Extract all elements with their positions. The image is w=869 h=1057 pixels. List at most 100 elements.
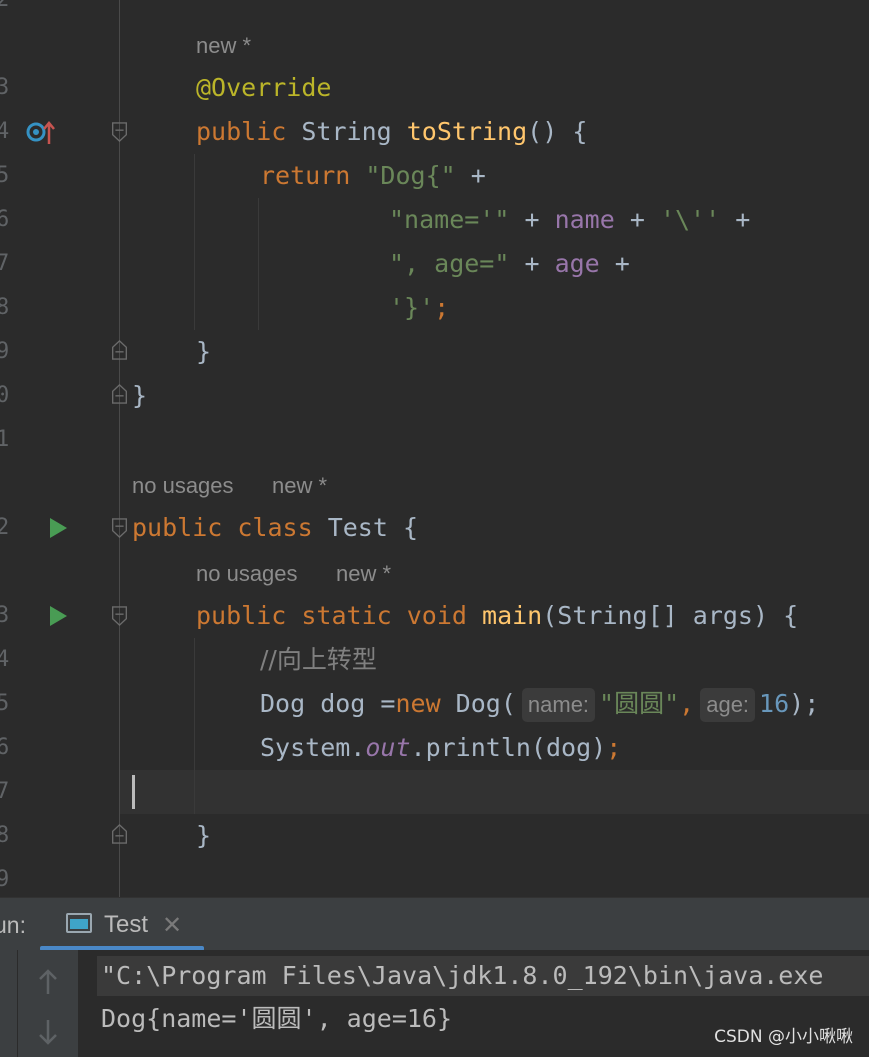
code-line-comment: //向上转型 (260, 638, 377, 682)
keyword-token: public (196, 601, 287, 630)
line-number: 1 (0, 427, 10, 452)
string-token: "圆圆" (599, 689, 680, 718)
run-panel-header: un: Test ✕ (0, 897, 869, 951)
line-number: 7 (0, 251, 10, 276)
semicolon-token: ; (606, 733, 622, 762)
console-command-line: "C:\Program Files\Java\jdk1.8.0_192\bin\… (101, 961, 824, 990)
keyword-token: public (132, 513, 223, 542)
char-token: '}' (389, 293, 435, 322)
fold-icon[interactable] (111, 606, 128, 626)
current-line-highlight (120, 770, 869, 814)
line-number: 3 (0, 75, 10, 100)
keyword-token: class (237, 513, 313, 542)
char-token: '\'' (659, 205, 721, 234)
operator-token: + (614, 205, 660, 234)
code-line-name-concat: "name='" + name + '\'' + (389, 198, 750, 242)
field-token: name (554, 205, 615, 234)
fold-icon[interactable] (111, 824, 128, 844)
text-caret (132, 775, 135, 809)
code-line-override: @Override (196, 66, 331, 110)
params-token: (String[] args) { (542, 601, 799, 630)
fold-icon[interactable] (111, 122, 128, 142)
annotation-token: @Override (196, 73, 332, 102)
run-icon[interactable] (50, 606, 67, 626)
code-line-dog-decl: Dog dog =new Dog(name: "圆圆", age: 16); (260, 682, 819, 726)
class-ref-token: System. (260, 733, 366, 762)
line-number: 9 (0, 867, 10, 892)
code-line-return: return "Dog{" + (260, 154, 486, 198)
code-line-tostring-signature: public String toString() { (196, 110, 587, 154)
arrow-down-icon[interactable] (36, 1016, 60, 1048)
console-program-output: Dog{name='圆圆', age=16} (101, 1004, 453, 1033)
static-field-token: out (365, 733, 411, 762)
operator-token: + (509, 205, 555, 234)
string-token: ", age=" (389, 249, 510, 278)
override-icon[interactable] (26, 120, 56, 146)
codelens-author[interactable]: new * (272, 464, 327, 508)
code-line-println: System.out.println(dog); (260, 726, 621, 770)
keyword-token: public (196, 117, 287, 146)
code-line-main-decl: public static void main(String[] args) { (196, 594, 798, 638)
line-number: 4 (0, 119, 10, 144)
line-number: 2 (0, 0, 16, 22)
codelens-author[interactable]: new * (336, 552, 391, 596)
code-line-main-close: } (196, 821, 212, 850)
number-token: 16 (759, 689, 790, 718)
line-number: 6 (0, 735, 10, 760)
operator-token: + (455, 161, 486, 190)
line-number: 3 (0, 603, 10, 628)
parameter-hint: name: (521, 688, 596, 722)
code-line-class-close: } (132, 381, 148, 410)
fold-icon[interactable] (111, 518, 128, 538)
indent-guide (258, 198, 259, 330)
comment-token: //向上转型 (260, 645, 377, 674)
comma-token: , (679, 689, 695, 718)
operator-token: + (509, 249, 555, 278)
line-number: 2 (0, 515, 10, 540)
constructor-token: Dog( (440, 689, 516, 718)
line-number: 8 (0, 823, 10, 848)
fold-icon[interactable] (111, 384, 128, 404)
indent-guide (194, 154, 195, 330)
tab-test[interactable]: Test (104, 908, 148, 942)
codelens-usages[interactable]: no usages (196, 552, 298, 596)
type-token: String (301, 117, 392, 146)
console-toolbar (0, 950, 78, 1057)
close-icon[interactable]: ✕ (162, 908, 182, 942)
string-token: "Dog{" (365, 161, 456, 190)
line-number: 6 (0, 207, 10, 232)
method-call-token: .println(dog) (410, 733, 607, 762)
keyword-token: void (406, 601, 467, 630)
fold-icon[interactable] (111, 340, 128, 360)
punct-token: () { (527, 117, 588, 146)
line-number: 0 (0, 383, 10, 408)
code-editor[interactable]: 2 3 4 5 6 7 8 9 0 1 2 3 4 5 6 7 8 9 new … (0, 0, 869, 897)
code-line-close-char: '}'; (389, 286, 449, 330)
declaration-token: Dog dog = (260, 689, 396, 718)
operator-token: + (599, 249, 630, 278)
console-output[interactable]: "C:\Program Files\Java\jdk1.8.0_192\bin\… (0, 950, 869, 1057)
line-number: 5 (0, 691, 10, 716)
code-line-age-concat: ", age=" + age + (389, 242, 630, 286)
line-number: 8 (0, 295, 10, 320)
line-number: 7 (0, 779, 10, 804)
method-name-token: main (482, 601, 543, 630)
string-token: "name='" (389, 205, 510, 234)
code-line-class-decl: public class Test { (132, 506, 418, 550)
line-number: 4 (0, 647, 10, 672)
toolbar-divider (17, 950, 18, 1057)
keyword-token: static (301, 601, 392, 630)
arrow-up-icon[interactable] (36, 966, 60, 998)
semicolon-token: ; (434, 293, 450, 322)
field-token: age (554, 249, 600, 278)
keyword-token: return (260, 161, 351, 190)
class-name-token: Test { (327, 513, 419, 542)
run-panel-label: un: (0, 912, 26, 938)
run-icon[interactable] (50, 518, 67, 538)
code-line-method-close: } (196, 337, 212, 366)
codelens-author[interactable]: new * (196, 24, 251, 68)
keyword-token: new (395, 689, 441, 718)
line-number: 9 (0, 339, 10, 364)
console-icon (66, 913, 92, 933)
codelens-usages[interactable]: no usages (132, 464, 234, 508)
